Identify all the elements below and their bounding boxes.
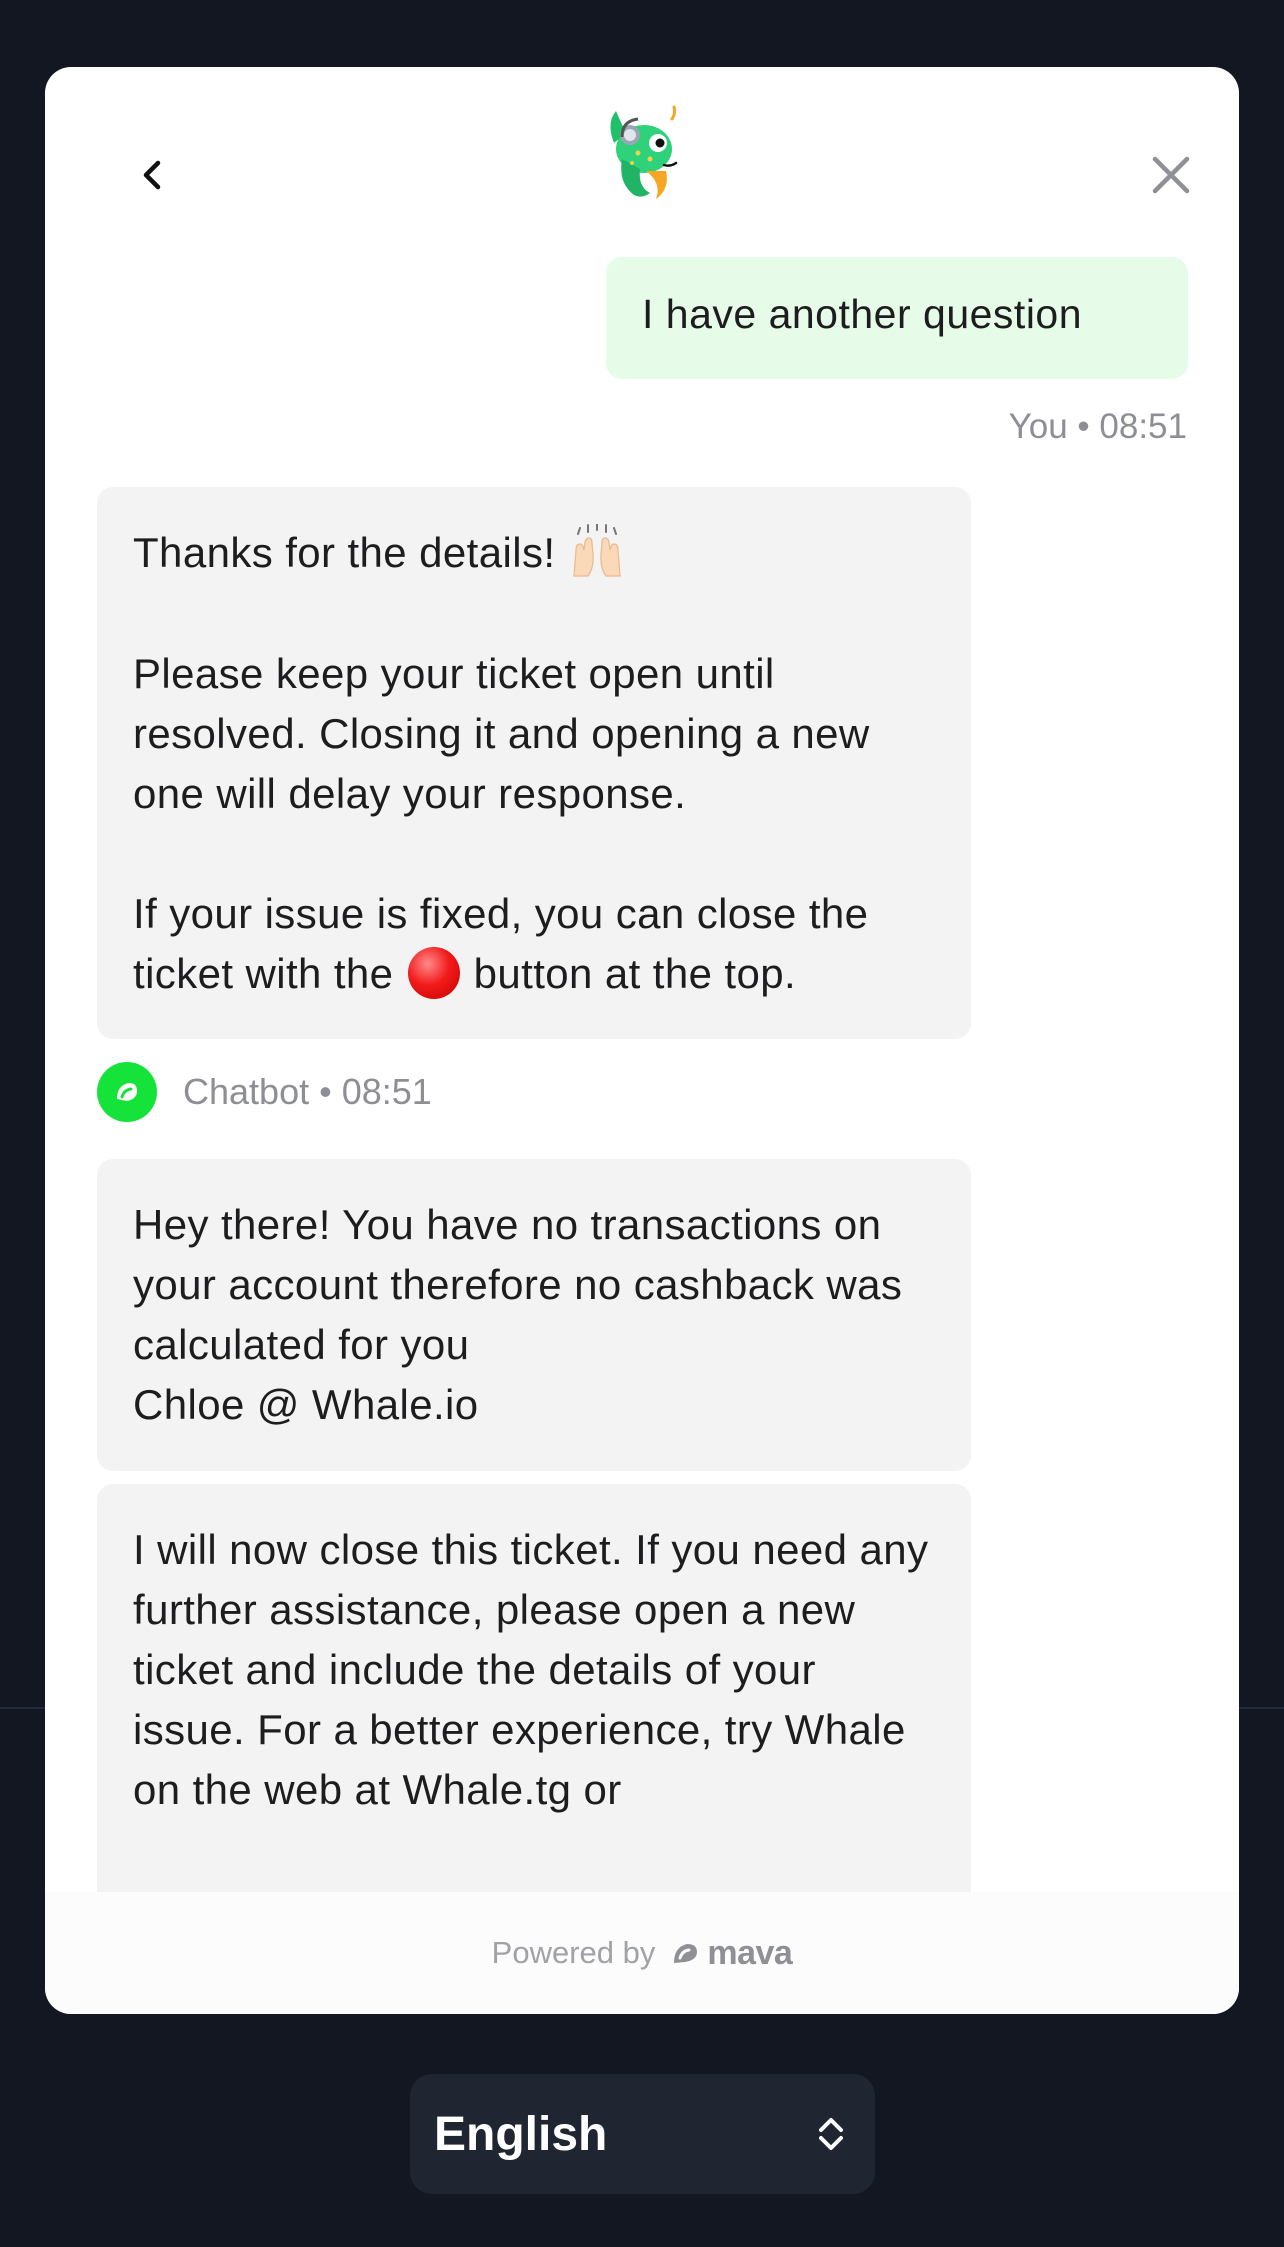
support-chat-modal: I have another question You • 08:51 Than… xyxy=(45,67,1239,2014)
language-select-value: English xyxy=(434,2107,608,2161)
back-button[interactable] xyxy=(117,139,189,211)
agent-message-text: I will now close this ticket. If you nee… xyxy=(133,1526,929,1813)
powered-by-footer[interactable]: Powered by mava xyxy=(45,1892,1239,2014)
mava-brand[interactable]: mava xyxy=(671,1933,793,1973)
red-circle-emoji-icon xyxy=(407,946,460,999)
powered-by-label: Powered by xyxy=(491,1935,656,1970)
user-message-bubble: I have another question xyxy=(606,257,1188,379)
bot-message-bubble: Thanks for the details! Please keep your… xyxy=(97,487,971,1039)
agent-message-bubble: Hey there! You have no transactions on y… xyxy=(97,1159,971,1471)
agent-message-bubble: I will now close this ticket. If you nee… xyxy=(97,1484,971,1892)
bot-message-close-hint-end: button at the top. xyxy=(473,949,797,997)
chat-header xyxy=(45,67,1239,257)
updown-chevron-icon xyxy=(819,2118,843,2150)
chevron-left-icon xyxy=(143,160,161,190)
language-select[interactable]: English xyxy=(410,2074,875,2194)
mava-logo-icon xyxy=(674,1944,698,1963)
mava-bot-icon xyxy=(117,1083,137,1101)
bot-message-greeting: Thanks for the details! xyxy=(133,529,556,576)
mava-brand-text: mava xyxy=(707,1933,793,1972)
bot-meta-text: Chatbot • 08:51 xyxy=(183,1071,432,1112)
user-message-text: I have another question xyxy=(642,291,1083,337)
message-list[interactable]: I have another question You • 08:51 Than… xyxy=(45,257,1239,1892)
user-message-meta: You • 08:51 xyxy=(1008,407,1187,446)
bot-message-keep-open: Please keep your ticket open until resol… xyxy=(133,649,870,817)
bot-message-meta: Chatbot • 08:51 xyxy=(97,1062,432,1122)
whale-mascot-logo xyxy=(610,105,678,199)
agent-message-text: Hey there! You have no transactions on y… xyxy=(133,1201,903,1368)
raising-hands-emoji-icon xyxy=(572,523,621,577)
close-icon xyxy=(1152,156,1190,194)
bot-avatar xyxy=(97,1062,157,1122)
close-button[interactable] xyxy=(1135,139,1207,211)
agent-signature: Chloe @ Whale.io xyxy=(133,1381,479,1428)
